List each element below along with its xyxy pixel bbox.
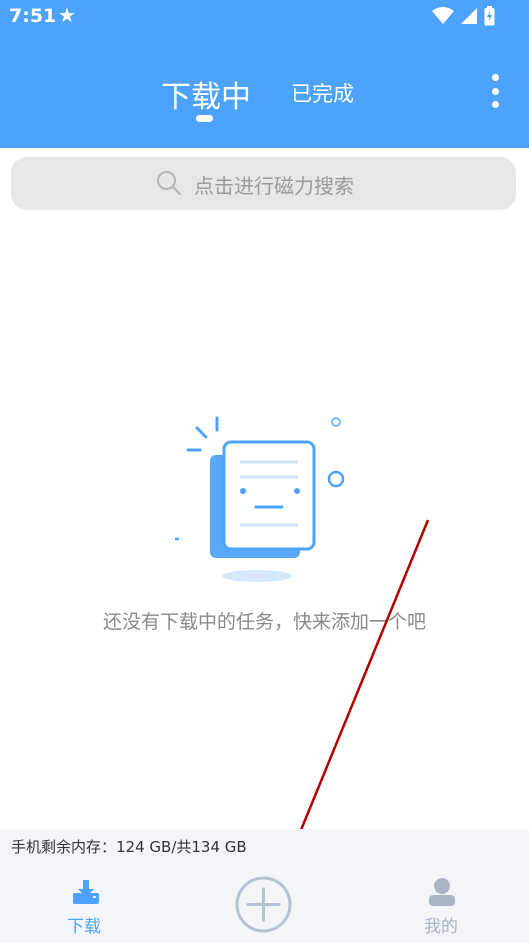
status-icons (432, 6, 495, 26)
tab-completed[interactable]: 已完成 (291, 78, 354, 108)
wifi-icon (432, 7, 454, 24)
tab-indicator (196, 115, 213, 122)
battery-icon (484, 6, 495, 26)
empty-document-icon (175, 416, 345, 582)
empty-message: 还没有下载中的任务，快来添加一个吧 (102, 611, 426, 633)
nav-download-label[interactable]: 下载 (67, 912, 101, 937)
storage-text: 手机剩余内存：124 GB/共134 GB (11, 838, 247, 856)
search-input[interactable]: 点击进行磁力搜索 (194, 170, 354, 199)
tab-downloading[interactable]: 下载中 (161, 72, 251, 116)
more-menu-icon[interactable] (484, 74, 506, 108)
add-task-icon[interactable] (235, 876, 292, 933)
star-icon: ★ (58, 3, 76, 27)
nav-mine-label[interactable]: 我的 (424, 912, 458, 937)
signal-icon (461, 8, 477, 24)
download-icon[interactable] (55, 877, 115, 909)
status-time: 7:51 (9, 5, 57, 27)
search-icon (157, 171, 182, 196)
user-profile-icon[interactable] (427, 877, 457, 907)
